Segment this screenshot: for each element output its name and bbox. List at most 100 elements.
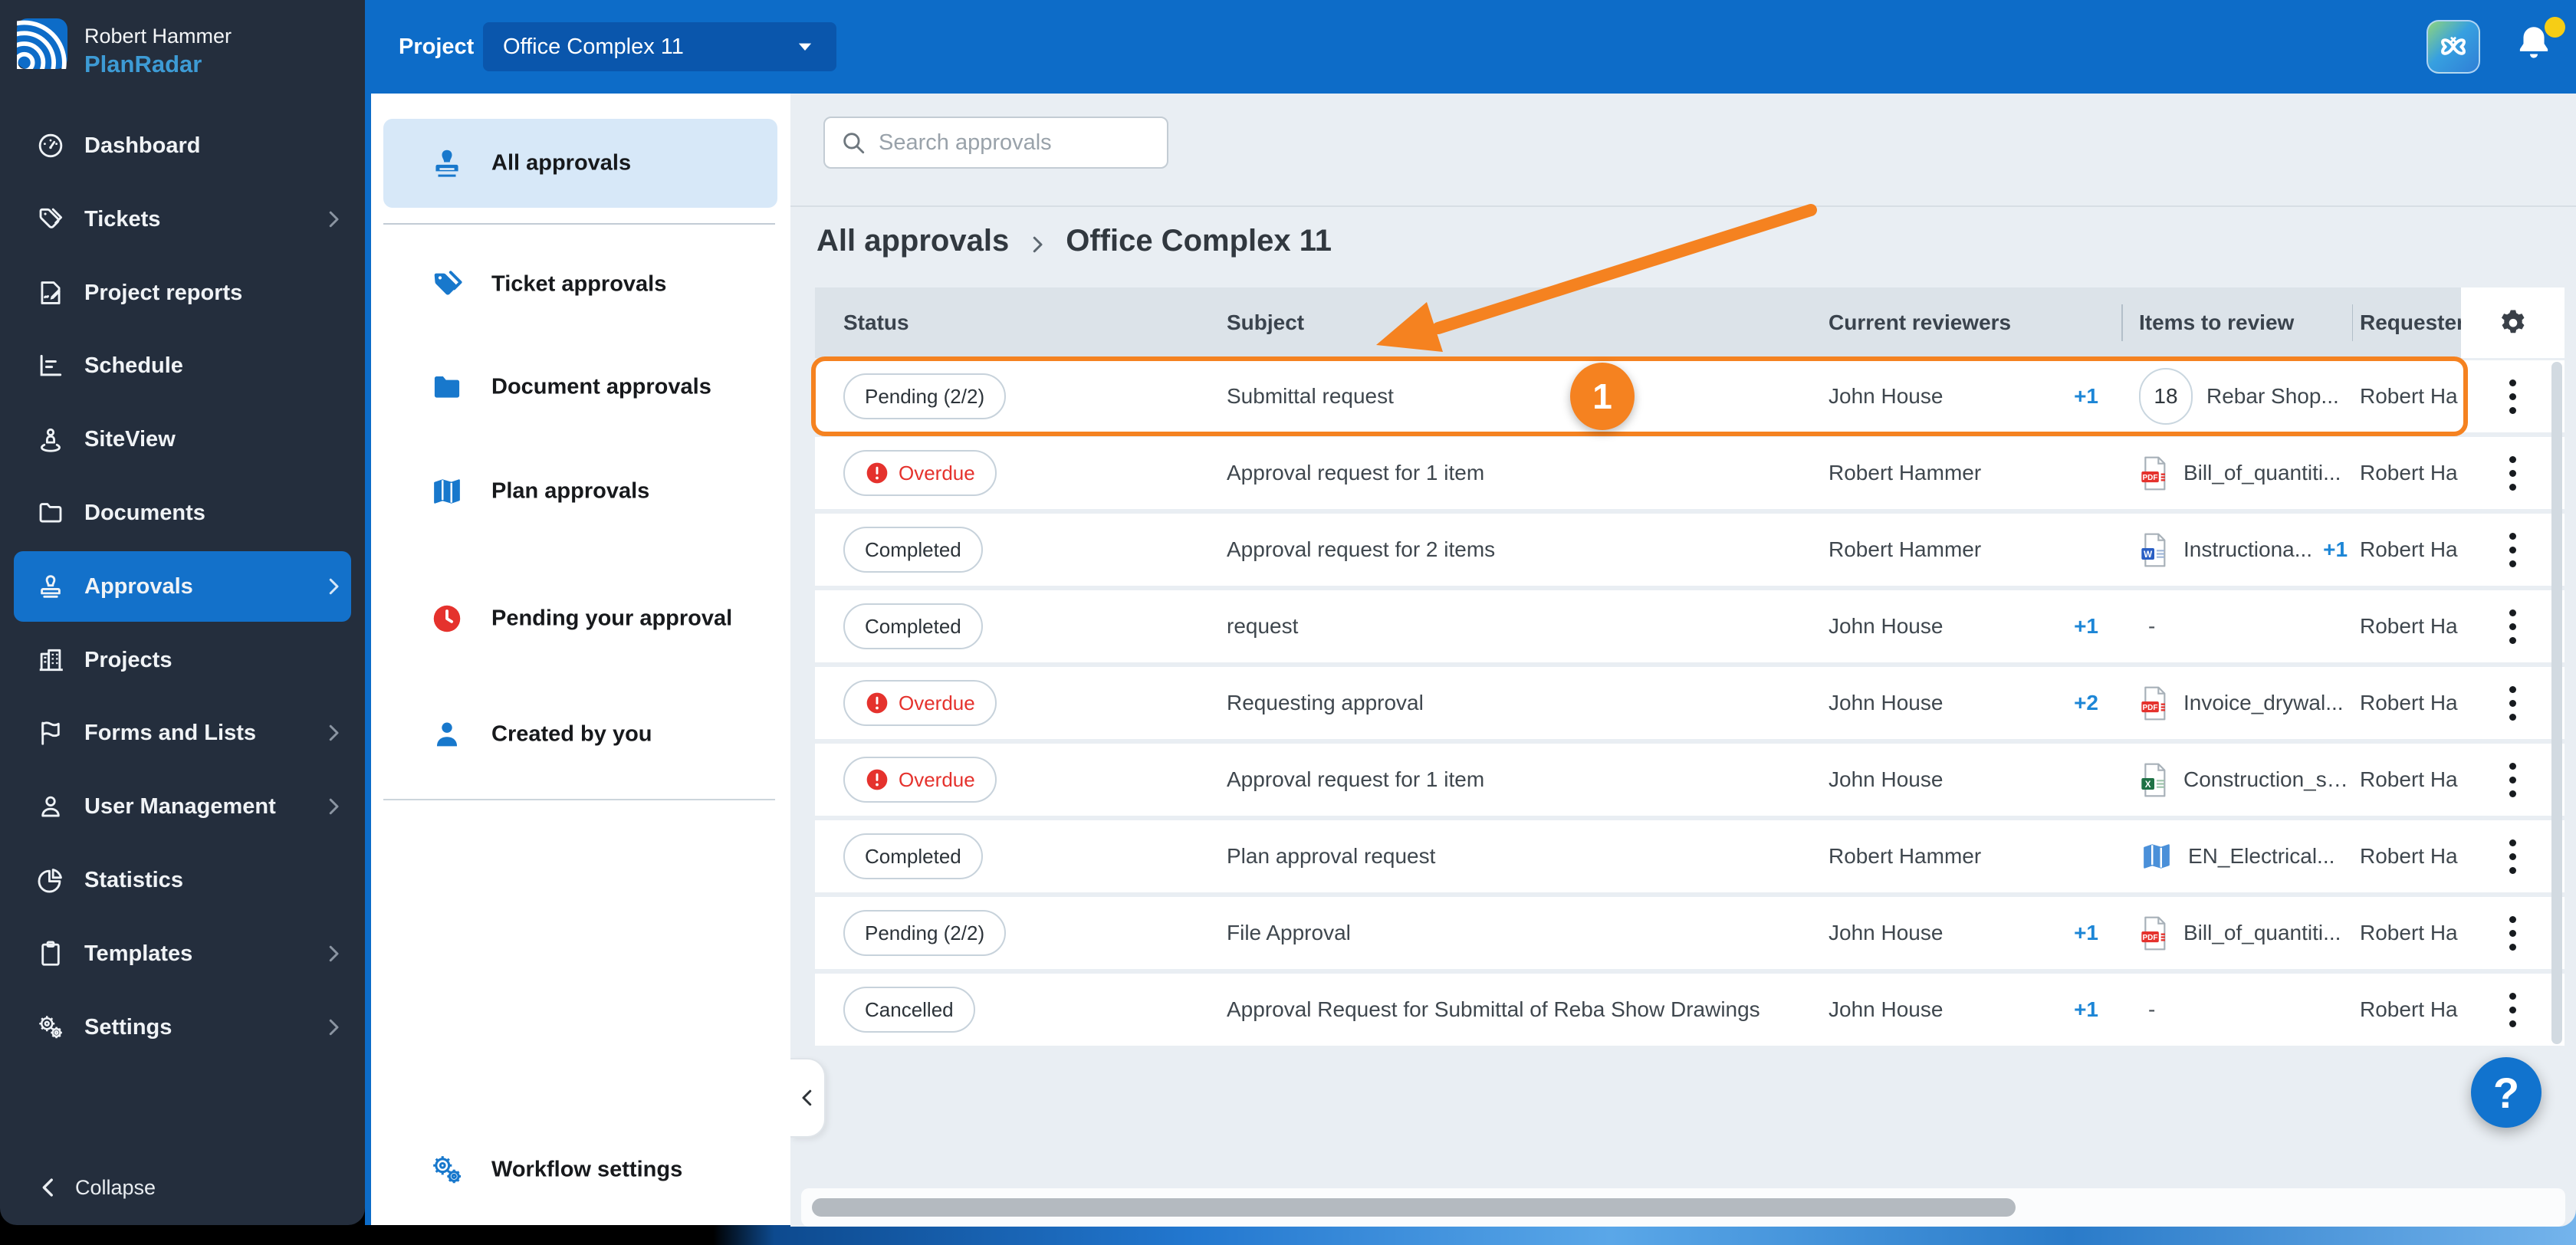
help-button[interactable]: ?: [2471, 1057, 2542, 1128]
sidebar-item-templates[interactable]: Templates: [0, 917, 365, 990]
filter-item-label: Pending your approval: [491, 606, 733, 631]
sidebar-item-statistics[interactable]: Statistics: [0, 843, 365, 917]
reviewers-more-count[interactable]: +2: [2074, 691, 2098, 715]
kebab-menu-icon[interactable]: [2500, 677, 2525, 730]
status-badge: Completed: [843, 527, 983, 573]
sidebar-item-projects[interactable]: Projects: [0, 623, 365, 697]
notifications-button[interactable]: [2512, 17, 2565, 72]
reviewers-more-count[interactable]: +1: [2074, 921, 2098, 945]
row-actions-menu[interactable]: [2461, 667, 2564, 739]
kebab-menu-icon[interactable]: [2500, 370, 2525, 423]
gears-icon: [429, 1152, 465, 1188]
row-actions-menu[interactable]: [2461, 590, 2564, 662]
row-actions-menu[interactable]: [2461, 360, 2564, 432]
requester-cell: Robert Ha: [2360, 461, 2458, 485]
items-more-count[interactable]: +1: [2323, 537, 2348, 562]
sidebar-collapse-button[interactable]: Collapse: [0, 1162, 365, 1216]
row-actions-menu[interactable]: [2461, 744, 2564, 816]
table-row[interactable]: Overdue Approval request for 1 item Robe…: [815, 437, 2564, 509]
workflow-settings-button[interactable]: Workflow settings: [383, 1133, 777, 1207]
map-fill-icon: [429, 474, 465, 509]
row-actions-menu[interactable]: [2461, 974, 2564, 1046]
column-header-subject[interactable]: Subject: [1227, 287, 1798, 358]
report-icon: [36, 278, 65, 307]
chev-right-icon: [322, 1016, 345, 1039]
sidebar-item-user-management[interactable]: User Management: [0, 770, 365, 843]
sidebar-item-documents[interactable]: Documents: [0, 476, 365, 550]
filter-item-document-approvals[interactable]: Document approvals: [383, 350, 777, 424]
divider: [383, 799, 775, 800]
filter-item-created-by-you[interactable]: Created by you: [383, 698, 777, 771]
file-xls-icon: [2139, 762, 2170, 798]
table-row[interactable]: Pending (2/2) File Approval John House +…: [815, 897, 2564, 969]
row-actions-menu[interactable]: [2461, 897, 2564, 969]
item-name[interactable]: Bill_of_quantiti...: [2183, 921, 2341, 945]
vertical-scrollbar-thumb[interactable]: [2551, 362, 2562, 1044]
row-actions-menu[interactable]: [2461, 437, 2564, 509]
subject-cell: Submittal request: [1227, 384, 1394, 408]
file-doc-icon: [2139, 532, 2170, 568]
filter-item-ticket-approvals[interactable]: Ticket approvals: [383, 248, 777, 321]
row-actions-menu[interactable]: [2461, 514, 2564, 586]
table-row[interactable]: Overdue Requesting approval John House +…: [815, 667, 2564, 739]
horizontal-scrollbar-thumb[interactable]: [812, 1198, 2016, 1217]
sidebar-item-siteview[interactable]: SiteView: [0, 402, 365, 476]
table-settings-button[interactable]: [2461, 287, 2564, 358]
sidebar-item-approvals[interactable]: Approvals: [0, 550, 365, 623]
kebab-menu-icon[interactable]: [2500, 907, 2525, 960]
kebab-menu-icon[interactable]: [2500, 600, 2525, 653]
table-row[interactable]: Completed Approval request for 2 items R…: [815, 514, 2564, 586]
sidebar-item-schedule[interactable]: Schedule: [0, 329, 365, 402]
row-actions-menu[interactable]: [2461, 820, 2564, 892]
item-name[interactable]: Instructiona...: [2183, 537, 2312, 562]
filter-item-pending-your-approval[interactable]: Pending your approval: [383, 582, 777, 655]
file-pdf-icon: [2139, 685, 2170, 721]
filter-item-all-approvals[interactable]: All approvals: [383, 119, 777, 208]
ca​ret-down-icon: [794, 35, 816, 58]
item-name[interactable]: Bill_of_quantiti...: [2183, 461, 2341, 485]
sidebar-item-tickets[interactable]: Tickets: [0, 182, 365, 256]
status-badge: Overdue: [843, 450, 997, 496]
sidebar-item-settings[interactable]: Settings: [0, 990, 365, 1064]
table-row[interactable]: Overdue Approval request for 1 item John…: [815, 744, 2564, 816]
table-row[interactable]: Completed Plan approval request Robert H…: [815, 820, 2564, 892]
sidebar-item-dashboard[interactable]: Dashboard: [0, 109, 365, 182]
kebab-menu-icon[interactable]: [2500, 830, 2525, 883]
table-row[interactable]: Completed request John House +1 - Robert…: [815, 590, 2564, 662]
reviewers-more-count[interactable]: +1: [2074, 997, 2098, 1022]
pie-icon: [36, 866, 65, 895]
items-cell: EN_Electrical...: [2122, 820, 2352, 892]
column-header-items-to-review[interactable]: Items to review: [2121, 287, 2352, 358]
sidebar-item-project-reports[interactable]: Project reports: [0, 256, 365, 330]
no-items-dash: -: [2148, 614, 2156, 638]
sidebar-item-forms-and-lists[interactable]: Forms and Lists: [0, 696, 365, 770]
chevron-right-icon: [322, 575, 345, 598]
table-body: Pending (2/2) Submittal request John Hou…: [811, 356, 2564, 1046]
search-input[interactable]: [879, 130, 1152, 156]
gears-icon: [36, 1013, 65, 1042]
item-name[interactable]: Rebar Shop...: [2206, 384, 2339, 409]
items-cell: Construction_sc...: [2122, 744, 2352, 816]
table-row[interactable]: Cancelled Approval Request for Submittal…: [815, 974, 2564, 1046]
kebab-menu-icon[interactable]: [2500, 754, 2525, 806]
project-selector[interactable]: Office Complex 11: [483, 22, 836, 71]
column-header-current-reviewers[interactable]: Current reviewers: [1798, 287, 2122, 358]
kebab-menu-icon[interactable]: [2500, 984, 2525, 1036]
clock-fill-icon: [429, 601, 465, 636]
kebab-menu-icon[interactable]: [2500, 447, 2525, 500]
reviewers-more-count[interactable]: +1: [2074, 384, 2098, 409]
connect-app-button[interactable]: [2426, 20, 2480, 74]
breadcrumb-parent[interactable]: All approvals: [816, 224, 1009, 258]
item-name[interactable]: EN_Electrical...: [2188, 844, 2334, 869]
column-header-status[interactable]: Status: [815, 287, 1227, 358]
file-pdf-icon: [2139, 915, 2170, 951]
item-name[interactable]: Invoice_drywal...: [2183, 691, 2344, 715]
chevron-left-icon: [796, 1086, 819, 1109]
table-row[interactable]: Pending (2/2) Submittal request John Hou…: [811, 356, 2564, 436]
panel-collapse-handle[interactable]: [790, 1058, 826, 1138]
reviewers-more-count[interactable]: +1: [2074, 614, 2098, 639]
item-name[interactable]: Construction_sc...: [2183, 767, 2352, 792]
kebab-menu-icon[interactable]: [2500, 524, 2525, 577]
filter-item-plan-approvals[interactable]: Plan approvals: [383, 455, 777, 528]
column-header-requester[interactable]: Requester: [2352, 287, 2461, 358]
